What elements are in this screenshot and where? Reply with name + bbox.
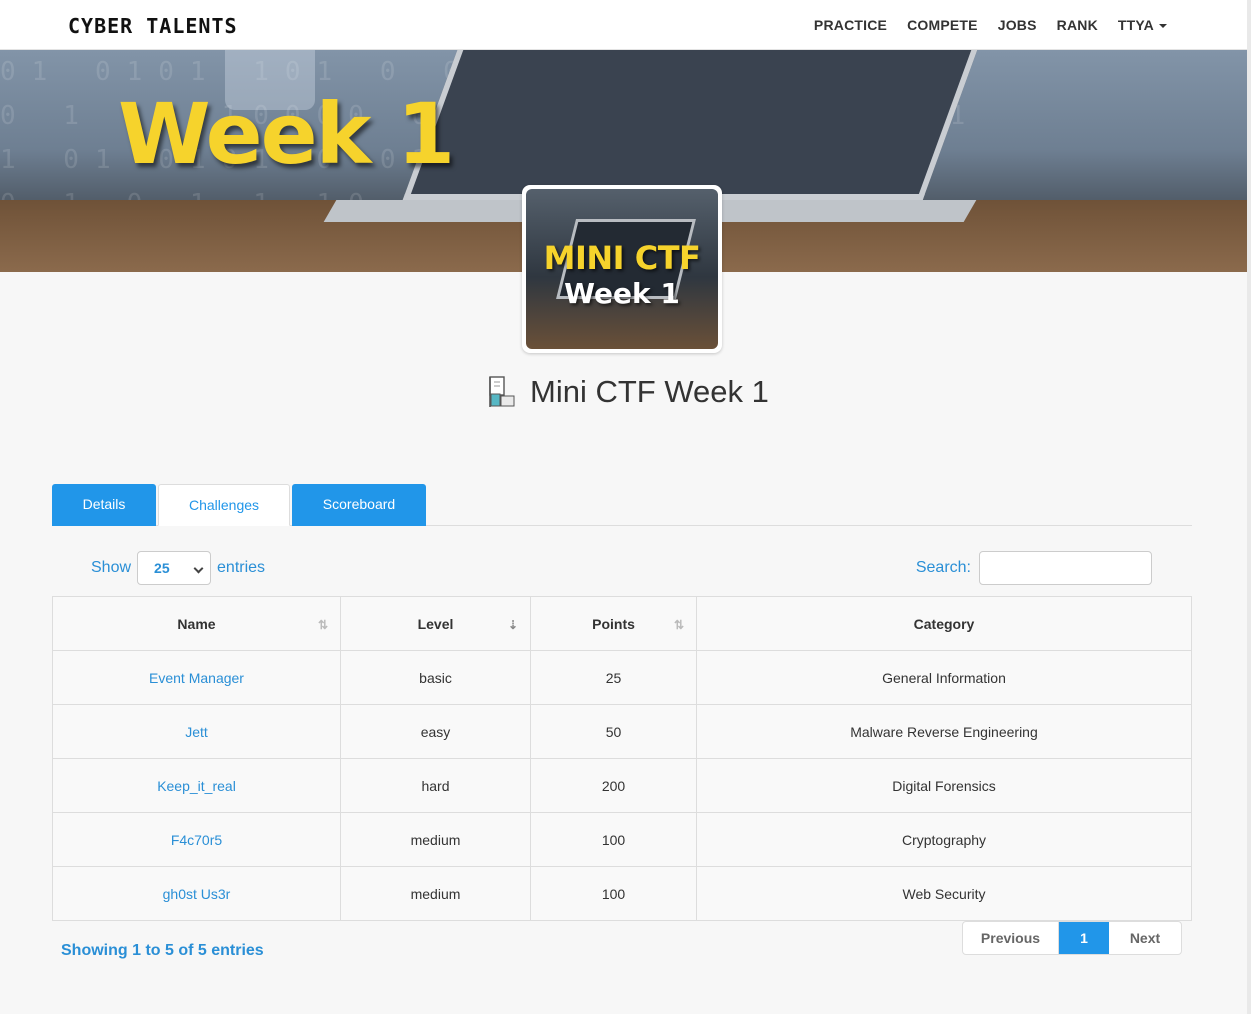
challenge-name-link[interactable]: gh0st Us3r [52,866,341,921]
header-label: Level [417,615,454,632]
nav-jobs[interactable]: JOBS [998,17,1037,33]
challenge-level: basic [340,650,531,705]
challenge-points: 50 [530,704,697,759]
challenge-level: medium [340,866,531,921]
column-header-points[interactable]: Points ⇅ [530,596,697,651]
challenges-table: Name ⇅ Level ⇣ Points ⇅ Category Event Mana… [52,596,1192,921]
entries-select[interactable]: 25 [137,551,212,585]
nav-menu: PRACTICE COMPETE JOBS RANK TTYA [794,0,1167,50]
challenge-name-link[interactable]: F4c70r5 [52,812,341,867]
search-control: Search: [916,551,1152,585]
challenge-category: General Information [696,650,1192,705]
challenge-level: medium [340,812,531,867]
top-navbar: CYBER TALENTS PRACTICE COMPETE JOBS RANK… [0,0,1251,50]
table-header-row: Name ⇅ Level ⇣ Points ⇅ Category [52,596,1192,651]
next-page-button[interactable]: Next [1109,922,1181,954]
challenge-name-link[interactable]: Keep_it_real [52,758,341,813]
scrollbar[interactable] [1247,0,1251,1014]
challenge-category: Web Security [696,866,1192,921]
challenge-points: 200 [530,758,697,813]
chevron-down-icon [193,563,204,574]
entries-label: entries [217,559,266,576]
challenge-level: easy [340,704,531,759]
sort-icon: ⇅ [317,618,329,632]
nav-practice[interactable]: PRACTICE [814,17,887,33]
laptop-image [402,50,978,200]
tab-details[interactable]: Details [52,484,156,526]
page-title-row: Mini CTF Week 1 [484,372,769,412]
entries-length-control: Show 25 entries [91,551,265,585]
tab-challenges[interactable]: Challenges [158,484,290,526]
brand-logo[interactable]: CYBER TALENTS [68,14,238,38]
table-row: Jett easy 50 Malware Reverse Engineering [52,704,1192,759]
show-label: Show [91,559,132,576]
challenge-level: hard [340,758,531,813]
header-label: Name [177,615,216,632]
challenge-category: Malware Reverse Engineering [696,704,1192,759]
search-input[interactable] [979,551,1152,585]
header-label: Points [592,615,635,632]
sort-icon: ⇅ [673,618,685,632]
challenge-name-link[interactable]: Event Manager [52,650,341,705]
nav-compete[interactable]: COMPETE [907,17,978,33]
column-header-name[interactable]: Name ⇅ [52,596,341,651]
challenge-points: 25 [530,650,697,705]
hero-title: Week 1 [118,85,455,183]
tab-scoreboard[interactable]: Scoreboard [292,484,426,526]
user-menu[interactable]: TTYA [1118,17,1167,33]
user-name: TTYA [1117,17,1154,33]
caret-down-icon [1159,24,1167,29]
previous-page-button[interactable]: Previous [963,922,1059,954]
sort-ascending-icon: ⇣ [507,618,519,632]
tab-bar: Details Challenges Scoreboard [52,484,1192,526]
challenge-points: 100 [530,866,697,921]
thumbnail-line1: MINI CTF [543,239,701,277]
table-row: F4c70r5 medium 100 Cryptography [52,812,1192,867]
thumbnail-image: MINI CTF Week 1 [526,189,718,349]
page-title: Mini CTF Week 1 [530,374,769,409]
column-header-category: Category [696,596,1192,651]
nav-rank[interactable]: RANK [1057,17,1098,33]
challenge-name-link[interactable]: Jett [52,704,341,759]
challenge-points: 100 [530,812,697,867]
flag-icon [489,376,515,407]
table-row: gh0st Us3r medium 100 Web Security [52,866,1192,921]
thumbnail-line2: Week 1 [564,277,680,310]
pagination: Previous 1 Next [962,921,1182,955]
entries-select-value: 25 [154,560,170,576]
page-1-button[interactable]: 1 [1059,922,1109,954]
challenge-category: Cryptography [696,812,1192,867]
header-label: Category [913,615,975,632]
table-row: Event Manager basic 25 General Informati… [52,650,1192,705]
table-row: Keep_it_real hard 200 Digital Forensics [52,758,1192,813]
table-info: Showing 1 to 5 of 5 entries [61,942,264,959]
search-label: Search: [915,559,971,576]
column-header-level[interactable]: Level ⇣ [340,596,531,651]
challenge-category: Digital Forensics [696,758,1192,813]
competition-thumbnail: MINI CTF Week 1 [522,185,722,353]
